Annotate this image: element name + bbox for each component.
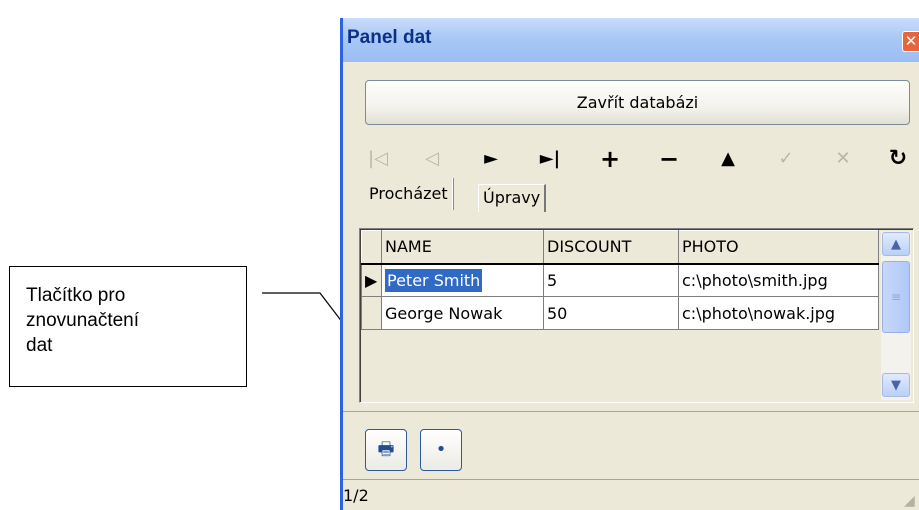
printer-icon: 🖶 (377, 439, 395, 460)
title-bar[interactable]: Panel dat ✕ (343, 18, 919, 62)
scroll-up-icon[interactable]: ▲ (882, 232, 910, 256)
insert-record-icon[interactable]: + (597, 146, 623, 172)
data-panel-window: Panel dat ✕ Zavřít databázi |◁ ◁ ► ►| + … (340, 18, 919, 510)
db-navigator: |◁ ◁ ► ►| + − ▲ ✓ ✕ ↻ (365, 146, 919, 172)
edit-record-icon[interactable]: ▲ (715, 146, 741, 172)
cell-photo[interactable]: c:\photo\smith.jpg (678, 263, 879, 297)
status-bar: 1/2 ◢ (343, 479, 919, 510)
grid-table: NAME DISCOUNT PHOTO ▶ Peter Smith 5 c:\p… (361, 230, 879, 330)
last-record-icon[interactable]: ►| (537, 146, 563, 172)
column-header-discount[interactable]: DISCOUNT (543, 230, 679, 265)
header-indicator (361, 230, 382, 265)
close-database-button[interactable]: Zavřít databázi (365, 80, 910, 125)
reload-data-button[interactable]: • (420, 429, 462, 471)
refresh-icon[interactable]: ↻ (885, 146, 911, 172)
post-edit-icon[interactable]: ✓ (773, 146, 799, 172)
first-record-icon[interactable]: |◁ (365, 146, 391, 172)
delete-record-icon[interactable]: − (656, 146, 682, 172)
selected-cell-text: Peter Smith (385, 268, 483, 292)
print-button[interactable]: 🖶 (365, 429, 407, 471)
cancel-edit-icon[interactable]: ✕ (830, 146, 856, 172)
column-header-name[interactable]: NAME (381, 230, 544, 265)
cell-discount[interactable]: 5 (543, 263, 679, 297)
scroll-down-icon[interactable]: ▼ (882, 373, 910, 397)
bottom-toolbar: 🖶 • (343, 411, 919, 471)
callout-line-1: Tlačítko pro (26, 285, 126, 306)
cell-discount[interactable]: 50 (543, 296, 679, 330)
next-record-icon[interactable]: ► (478, 146, 504, 172)
close-window-icon[interactable]: ✕ (902, 31, 919, 52)
table-row[interactable]: George Nowak 50 c:\photo\nowak.jpg (361, 296, 879, 330)
record-position: 1/2 (343, 486, 369, 505)
tab-strip: Procházet Úpravy (365, 178, 665, 212)
column-header-photo[interactable]: PHOTO (678, 230, 879, 265)
callout-line-3: dat (26, 335, 53, 356)
callout-line-2: znovunačtení (26, 310, 140, 331)
resize-grip-icon[interactable]: ◢ (904, 493, 919, 509)
scroll-thumb[interactable]: ≡ (882, 261, 910, 333)
cell-name[interactable]: Peter Smith (381, 263, 544, 297)
reload-data-icon: • (435, 439, 447, 460)
tab-browse[interactable]: Procházet (365, 178, 453, 210)
current-row-indicator-icon: ▶ (361, 263, 382, 297)
tab-edit[interactable]: Úpravy (478, 184, 547, 212)
callout-box: Tlačítko pro znovunačtení dat (9, 266, 247, 387)
table-row[interactable]: ▶ Peter Smith 5 c:\photo\smith.jpg (361, 263, 879, 297)
window-title: Panel dat (347, 27, 432, 48)
vertical-scrollbar[interactable]: ▲ ≡ ▼ (881, 231, 911, 400)
cell-photo[interactable]: c:\photo\nowak.jpg (678, 296, 879, 330)
cell-name[interactable]: George Nowak (381, 296, 544, 330)
row-indicator (361, 296, 382, 330)
prior-record-icon[interactable]: ◁ (419, 146, 445, 172)
data-grid[interactable]: NAME DISCOUNT PHOTO ▶ Peter Smith 5 c:\p… (359, 228, 914, 403)
grid-header-row: NAME DISCOUNT PHOTO (361, 230, 879, 265)
